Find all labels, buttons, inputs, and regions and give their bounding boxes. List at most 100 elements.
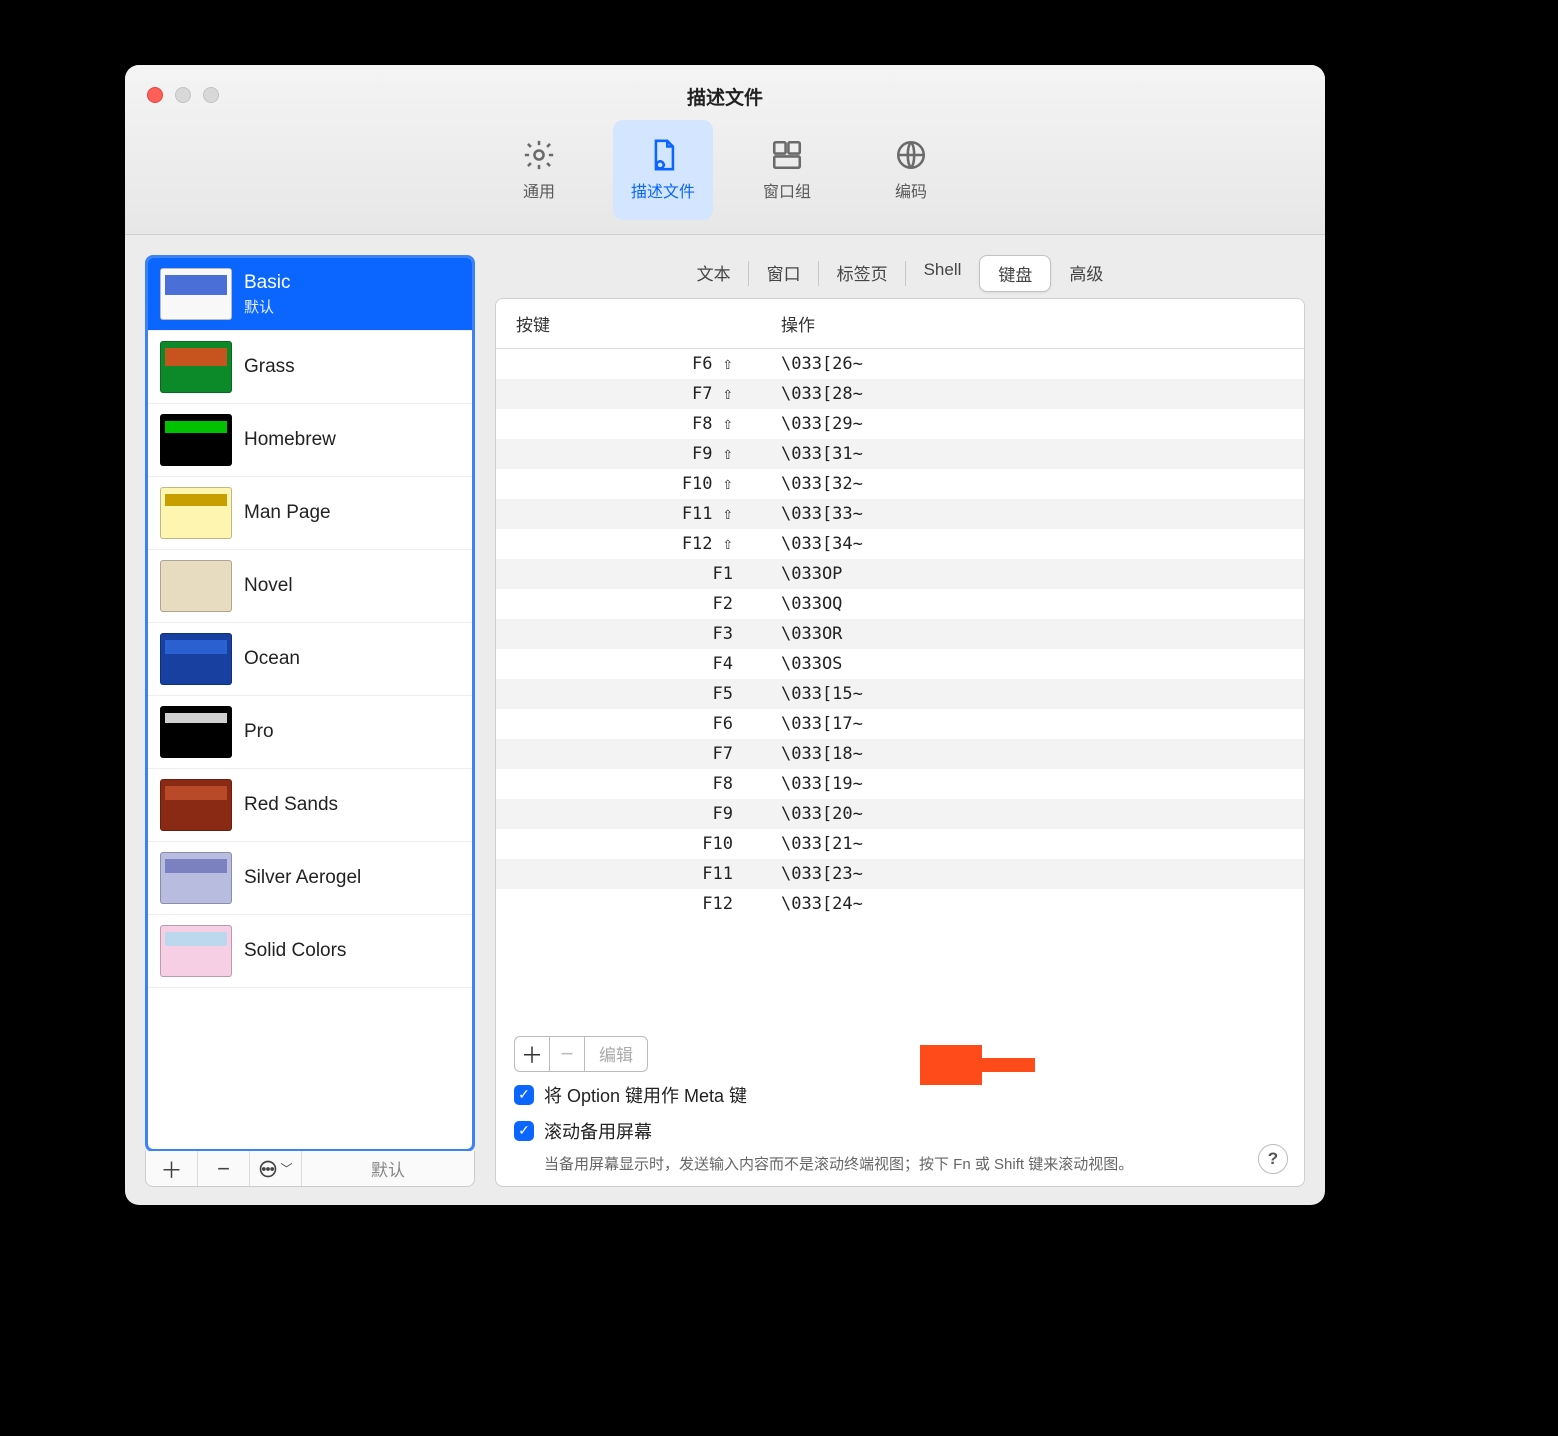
table-row[interactable]: F10\033[21~ (496, 829, 1304, 859)
subtab-标签页[interactable]: 标签页 (819, 255, 906, 292)
action-cell: \033[15~ (761, 684, 1304, 704)
table-row[interactable]: F1\033OP (496, 559, 1304, 589)
profile-row[interactable]: Novel (148, 550, 472, 623)
profile-menu-button[interactable]: ﹀ (250, 1151, 302, 1186)
profile-name: Ocean (244, 648, 300, 670)
action-cell: \033[24~ (761, 894, 1304, 914)
table-row[interactable]: F9 ⇧\033[31~ (496, 439, 1304, 469)
remove-binding-button[interactable]: − (549, 1036, 585, 1072)
table-row[interactable]: F7 ⇧\033[28~ (496, 379, 1304, 409)
key-bindings-table[interactable]: F6 ⇧\033[26~F7 ⇧\033[28~F8 ⇧\033[29~F9 ⇧… (496, 349, 1304, 1022)
key-cell: F9 ⇧ (496, 444, 761, 464)
key-cell: F1 (496, 564, 761, 584)
preferences-window: 描述文件 通用 描述文件 窗口组 (125, 65, 1325, 1205)
right-panel: 文本窗口标签页Shell键盘高级 按键 操作 F6 ⇧\033[26~F7 ⇧\… (495, 255, 1305, 1187)
profile-thumbnail (160, 633, 232, 685)
table-row[interactable]: F12 ⇧\033[34~ (496, 529, 1304, 559)
profile-row[interactable]: Red Sands (148, 769, 472, 842)
action-cell: \033OP (761, 564, 1304, 584)
profile-name: Basic (244, 272, 290, 294)
action-cell: \033OQ (761, 594, 1304, 614)
key-cell: F8 ⇧ (496, 414, 761, 434)
content-body: Basic默认 Grass Homebrew Man Page Novel Ocean Pr… (125, 235, 1325, 1205)
table-row[interactable]: F6\033[17~ (496, 709, 1304, 739)
toolbar-profiles[interactable]: 描述文件 (613, 120, 713, 220)
table-row[interactable]: F6 ⇧\033[26~ (496, 349, 1304, 379)
subtab-Shell[interactable]: Shell (906, 255, 980, 292)
profile-subtitle: 默认 (244, 296, 290, 317)
key-cell: F11 ⇧ (496, 504, 761, 524)
scroll-alt-label: 滚动备用屏幕 (544, 1118, 652, 1144)
table-row[interactable]: F7\033[18~ (496, 739, 1304, 769)
subtab-高级[interactable]: 高级 (1051, 255, 1121, 292)
action-cell: \033[20~ (761, 804, 1304, 824)
action-cell: \033[33~ (761, 504, 1304, 524)
option-as-meta-checkbox[interactable]: ✓ 将 Option 键用作 Meta 键 (514, 1082, 1286, 1108)
key-cell: F7 ⇧ (496, 384, 761, 404)
profile-thumbnail (160, 706, 232, 758)
subtab-窗口[interactable]: 窗口 (749, 255, 819, 292)
subtab-文本[interactable]: 文本 (679, 255, 749, 292)
remove-profile-button[interactable]: − (198, 1151, 250, 1186)
table-row[interactable]: F11\033[23~ (496, 859, 1304, 889)
toolbar-window-groups[interactable]: 窗口组 (737, 120, 837, 220)
profile-thumbnail (160, 925, 232, 977)
table-row[interactable]: F12\033[24~ (496, 889, 1304, 919)
add-binding-button[interactable]: ＋ (514, 1036, 550, 1072)
profile-row[interactable]: Basic默认 (148, 258, 472, 331)
profile-row[interactable]: Man Page (148, 477, 472, 550)
window-group-icon (770, 138, 804, 172)
profiles-list[interactable]: Basic默认 Grass Homebrew Man Page Novel Ocean Pr… (145, 255, 475, 1152)
action-cell: \033[18~ (761, 744, 1304, 764)
key-cell: F12 ⇧ (496, 534, 761, 554)
toolbar-general[interactable]: 通用 (489, 120, 589, 220)
profile-row[interactable]: Grass (148, 331, 472, 404)
table-header: 按键 操作 (496, 299, 1304, 349)
key-cell: F6 (496, 714, 761, 734)
globe-icon (894, 138, 928, 172)
checkbox-checked-icon: ✓ (514, 1121, 534, 1141)
key-cell: F3 (496, 624, 761, 644)
profile-row[interactable]: Homebrew (148, 404, 472, 477)
table-row[interactable]: F5\033[15~ (496, 679, 1304, 709)
key-cell: F7 (496, 744, 761, 764)
scroll-alt-checkbox[interactable]: ✓ 滚动备用屏幕 (514, 1118, 1286, 1144)
edit-binding-button[interactable]: 编辑 (584, 1036, 648, 1072)
hint-text: 当备用屏幕显示时，发送输入内容而不是滚动终端视图；按下 Fn 或 Shift 键… (514, 1154, 1154, 1177)
profile-name: Solid Colors (244, 940, 346, 962)
table-row[interactable]: F8\033[19~ (496, 769, 1304, 799)
profile-name: Grass (244, 356, 295, 378)
document-gear-icon (646, 138, 680, 172)
table-row[interactable]: F9\033[20~ (496, 799, 1304, 829)
profile-name: Pro (244, 721, 274, 743)
col-key-label: 按键 (496, 311, 761, 336)
action-cell: \033OR (761, 624, 1304, 644)
toolbar-encoding[interactable]: 编码 (861, 120, 961, 220)
subtab-键盘[interactable]: 键盘 (979, 255, 1051, 292)
subtabs: 文本窗口标签页Shell键盘高级 (495, 255, 1305, 292)
table-row[interactable]: F8 ⇧\033[29~ (496, 409, 1304, 439)
action-cell: \033[21~ (761, 834, 1304, 854)
profile-row[interactable]: Solid Colors (148, 915, 472, 988)
action-cell: \033[31~ (761, 444, 1304, 464)
toolbar-label: 窗口组 (763, 178, 811, 202)
profile-name: Man Page (244, 502, 331, 524)
profile-thumbnail (160, 341, 232, 393)
profiles-actions: ＋ − ﹀ 默认 (145, 1151, 475, 1187)
table-row[interactable]: F10 ⇧\033[32~ (496, 469, 1304, 499)
profile-row[interactable]: Pro (148, 696, 472, 769)
profile-row[interactable]: Silver Aerogel (148, 842, 472, 915)
toolbar-label: 编码 (895, 178, 927, 202)
help-button[interactable]: ? (1258, 1144, 1288, 1174)
key-cell: F10 ⇧ (496, 474, 761, 494)
table-row[interactable]: F3\033OR (496, 619, 1304, 649)
table-row[interactable]: F4\033OS (496, 649, 1304, 679)
table-row[interactable]: F2\033OQ (496, 589, 1304, 619)
action-cell: \033OS (761, 654, 1304, 674)
edit-label: 编辑 (599, 1041, 633, 1066)
profile-row[interactable]: Ocean (148, 623, 472, 696)
toolbar-label: 描述文件 (631, 178, 695, 202)
table-edit-controls: ＋ − 编辑 (514, 1036, 1286, 1072)
table-row[interactable]: F11 ⇧\033[33~ (496, 499, 1304, 529)
add-profile-button[interactable]: ＋ (146, 1151, 198, 1186)
